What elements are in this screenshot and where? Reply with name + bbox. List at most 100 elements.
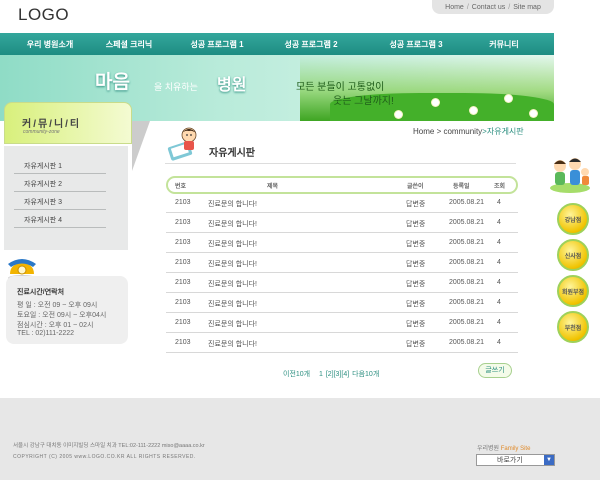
table-header: 번호 제목 글쓴이 등록일 조회 <box>166 176 518 194</box>
pager-page-2[interactable]: [2] <box>326 371 334 378</box>
breadcrumb-home[interactable]: Home <box>413 127 434 136</box>
cell-hits: 4 <box>497 319 501 326</box>
cell-title[interactable]: 진료문의 합니다! <box>208 239 257 249</box>
chevron-down-icon[interactable]: ▼ <box>544 455 554 465</box>
cell-date: 2005.08.21 <box>449 219 485 226</box>
banner-headline-small: 을 치유하는 <box>154 82 198 92</box>
page-title: 자유게시판 <box>209 148 255 159</box>
cell-number: 2103 <box>175 319 191 326</box>
cell-writer: 답변중 <box>406 281 426 288</box>
flower-icon <box>470 107 477 114</box>
site-logo[interactable]: LOGO <box>18 5 69 25</box>
cell-date: 2005.08.21 <box>449 239 485 246</box>
cell-number: 2103 <box>175 239 191 246</box>
cell-date: 2005.08.21 <box>449 199 485 206</box>
family-site-select[interactable]: 바로가기 ▼ <box>476 454 555 466</box>
cell-hits: 4 <box>497 339 501 346</box>
section-title: 커/뮤/니/티 <box>22 119 82 130</box>
cell-writer: 답변중 <box>406 341 426 348</box>
nav-item-program-1[interactable]: 성공 프로그램 1 <box>158 39 276 50</box>
cell-number: 2103 <box>175 199 191 206</box>
col-header-title: 제목 <box>267 183 279 190</box>
table-row[interactable]: 2103 진료문의 합니다! 답변중 2005.08.21 4 <box>166 273 518 293</box>
quick-branch-bucheon[interactable]: 부천점 <box>557 311 589 343</box>
hours-weekday: 평 일 : 오전 09 ~ 오후 09시 <box>17 302 98 309</box>
family-site-text: Family Site <box>500 446 531 452</box>
table-row[interactable]: 2103 진료문의 합니다! 답변중 2005.08.21 4 <box>166 293 518 313</box>
cell-date: 2005.08.21 <box>449 279 485 286</box>
cell-hits: 4 <box>497 259 501 266</box>
nav-item-special-clinic[interactable]: 스페셜 크리닉 <box>100 39 158 50</box>
cell-hits: 4 <box>497 299 501 306</box>
pager-prev[interactable]: 이전10개 <box>283 371 310 378</box>
decorative-triangle <box>132 121 150 171</box>
quick-branch-gangnam[interactable]: 강남점 <box>557 203 589 235</box>
hours-saturday: 토요일 : 오전 09시 ~ 오후04시 <box>17 312 107 319</box>
cell-date: 2005.08.21 <box>449 319 485 326</box>
cell-number: 2103 <box>175 279 191 286</box>
table-row[interactable]: 2103 진료문의 합니다! 답변중 2005.08.21 4 <box>166 313 518 333</box>
banner-slogan-line-2: 웃는 그날까지! <box>333 96 394 107</box>
divider: / <box>466 3 469 11</box>
sidebar-item-board-2[interactable]: 자유게시판 2 <box>14 176 106 192</box>
pager-page-4[interactable]: [4] <box>341 371 349 378</box>
hours-lunch: 점심시간 : 오후 01 ~ 02시 <box>17 322 94 329</box>
cell-title[interactable]: 진료문의 합니다! <box>208 219 257 229</box>
cell-number: 2103 <box>175 299 191 306</box>
flower-icon <box>530 110 537 117</box>
cell-writer: 답변중 <box>406 201 426 208</box>
hours-title: 진료시간/연락처 <box>17 289 65 296</box>
flower-icon <box>505 95 512 102</box>
table-row[interactable]: 2103 진료문의 합니다! 답변중 2005.08.21 4 <box>166 193 518 213</box>
breadcrumb-current: 자유게시판 <box>486 127 524 136</box>
col-header-hits: 조회 <box>494 183 506 190</box>
cell-hits: 4 <box>497 219 501 226</box>
breadcrumb-community[interactable]: community <box>443 127 482 136</box>
flower-icon <box>432 99 439 106</box>
quick-branch-sinsa[interactable]: 신사점 <box>557 239 589 271</box>
title-divider <box>165 163 516 164</box>
col-header-writer: 글쓴이 <box>407 183 424 190</box>
cell-date: 2005.08.21 <box>449 299 485 306</box>
family-site-value: 바로가기 <box>497 457 523 464</box>
table-row[interactable]: 2103 진료문의 합니다! 답변중 2005.08.21 4 <box>166 333 518 353</box>
cell-number: 2103 <box>175 259 191 266</box>
table-row[interactable]: 2103 진료문의 합니다! 답변중 2005.08.21 4 <box>166 233 518 253</box>
footer <box>0 398 600 480</box>
nav-item-program-3[interactable]: 성공 프로그램 3 <box>346 39 486 50</box>
sidebar-item-board-1[interactable]: 자유게시판 1 <box>14 158 106 174</box>
flower-icon <box>395 111 402 118</box>
pager-next[interactable]: 다음10개 <box>352 371 379 378</box>
cell-title[interactable]: 진료문의 합니다! <box>208 339 257 349</box>
pagination: 이전10개 1 [2][3][4] 다음10개 <box>283 369 379 379</box>
table-row[interactable]: 2103 진료문의 합니다! 답변중 2005.08.21 4 <box>166 213 518 233</box>
cell-date: 2005.08.21 <box>449 339 485 346</box>
contact-link[interactable]: Contact us <box>472 4 505 11</box>
cell-title[interactable]: 진료문의 합니다! <box>208 199 257 209</box>
quick-branch-member[interactable]: 회원부점 <box>557 275 589 307</box>
nav-item-program-2[interactable]: 성공 프로그램 2 <box>276 39 346 50</box>
sidebar-item-board-3[interactable]: 자유게시판 3 <box>14 194 106 210</box>
sidebar-menu: 자유게시판 1 자유게시판 2 자유게시판 3 자유게시판 4 <box>4 146 128 250</box>
breadcrumb-separator: > <box>436 127 442 136</box>
write-button[interactable]: 글쓰기 <box>478 363 512 378</box>
sidebar-item-board-4[interactable]: 자유게시판 4 <box>14 212 106 228</box>
nav-item-community[interactable]: 커뮤니티 <box>486 39 522 50</box>
footer-address: 서울시 강남구 대치동 이미지빌딩 스마일 치과 TEL:02-111-2222… <box>13 443 205 449</box>
cell-title[interactable]: 진료문의 합니다! <box>208 299 257 309</box>
cell-title[interactable]: 진료문의 합니다! <box>208 319 257 329</box>
table-row[interactable]: 2103 진료문의 합니다! 답변중 2005.08.21 4 <box>166 253 518 273</box>
col-header-date: 등록일 <box>453 183 470 190</box>
divider: / <box>508 3 511 11</box>
cell-date: 2005.08.21 <box>449 259 485 266</box>
footer-copyright: COPYRIGHT (C) 2005 www.LOGO.CO.KR ALL RI… <box>13 454 196 460</box>
family-site-prefix: 우리병원 <box>477 446 500 452</box>
home-link[interactable]: Home <box>445 4 464 11</box>
breadcrumb: Home > community>자유게시판 <box>413 126 524 137</box>
pager-page-1[interactable]: 1 <box>319 371 323 378</box>
cell-hits: 4 <box>497 239 501 246</box>
cell-title[interactable]: 진료문의 합니다! <box>208 279 257 289</box>
nav-item-about[interactable]: 우리 병원소개 <box>0 39 100 50</box>
sitemap-link[interactable]: Site map <box>513 4 541 11</box>
cell-title[interactable]: 진료문의 합니다! <box>208 259 257 269</box>
